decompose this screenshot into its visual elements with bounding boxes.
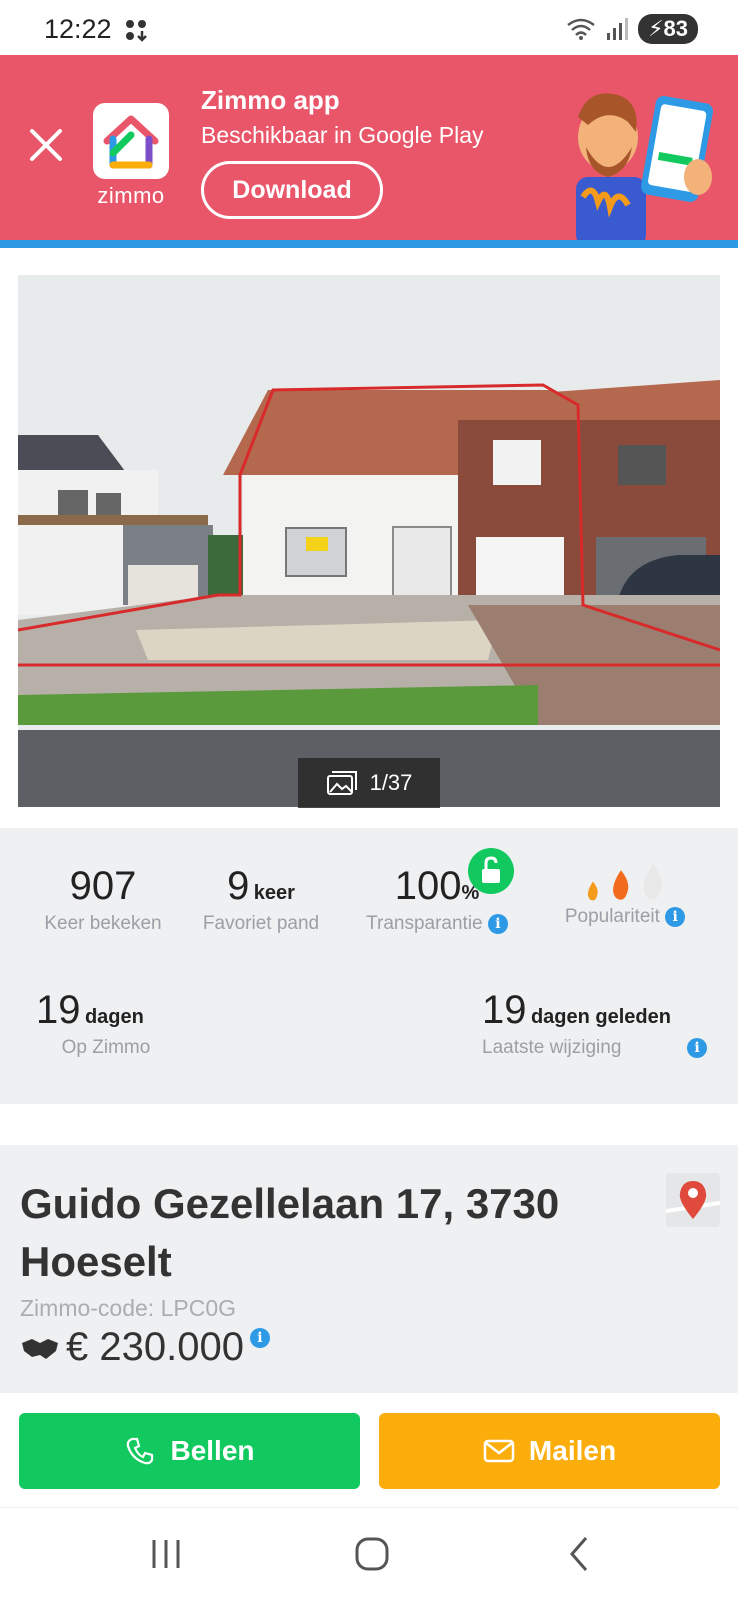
stat-views: 907 Keer bekeken xyxy=(38,864,168,935)
system-nav-bar xyxy=(0,1510,738,1600)
bolt-icon: ⚡ xyxy=(648,16,664,41)
action-bar: Bellen Mailen xyxy=(0,1393,738,1508)
info-icon[interactable]: i xyxy=(687,1038,707,1058)
listing-price: € 230.000 xyxy=(66,1325,244,1369)
stat-favorites: 9 keer Favoriet pand xyxy=(192,864,330,935)
wifi-icon xyxy=(567,18,595,40)
listing-card: Guido Gezellelaan 17, 3730 Hoeselt Zimmo… xyxy=(0,1145,738,1393)
phone-icon xyxy=(127,1437,154,1465)
handshake-icon xyxy=(22,1338,58,1359)
popularity-label: Populariteit xyxy=(564,906,660,927)
home-icon[interactable] xyxy=(352,1534,392,1574)
last-change-value: 19 xyxy=(482,988,527,1032)
back-icon[interactable] xyxy=(560,1534,600,1574)
favorites-label: Favoriet pand xyxy=(202,913,320,934)
property-photo[interactable] xyxy=(18,275,720,807)
price-row: € 230.000 i xyxy=(20,1325,270,1370)
status-time: 12:22 xyxy=(44,14,112,44)
views-label: Keer bekeken xyxy=(44,913,162,934)
last-change-unit: dagen geleden xyxy=(530,1006,671,1028)
notification-icon xyxy=(126,20,147,42)
photo-counter-text: 1/37 xyxy=(369,770,413,795)
app-icon-label: zimmo xyxy=(97,183,165,208)
mascot-illustration xyxy=(576,93,713,240)
favorites-unit: keer xyxy=(253,882,295,904)
on-zimmo-unit: dagen xyxy=(84,1006,144,1028)
download-button[interactable]: Download xyxy=(201,161,383,219)
favorites-value: 9 xyxy=(227,864,250,908)
map-pin-icon[interactable] xyxy=(666,1173,720,1227)
stat-last-change: 19 dagen geleden Laatste wijziging i xyxy=(482,988,707,1059)
popularity-flames xyxy=(550,856,700,902)
call-label: Bellen xyxy=(170,1435,255,1466)
info-icon[interactable]: i xyxy=(249,1327,270,1348)
unlock-icon xyxy=(468,848,514,894)
on-zimmo-label: Op Zimmo xyxy=(61,1037,151,1058)
listing-address: Guido Gezellelaan 17, 3730 Hoeselt xyxy=(20,1180,560,1285)
banner-subtitle: Beschikbaar in Google Play xyxy=(201,122,484,148)
status-icons: ⚡ 83 xyxy=(566,14,698,44)
banner-title: Zimmo app xyxy=(201,85,340,115)
views-value: 907 xyxy=(69,864,137,908)
mail-label: Mailen xyxy=(528,1435,617,1466)
transparency-value: 100 xyxy=(394,864,462,908)
signal-icon xyxy=(607,18,629,40)
flame-icon xyxy=(587,881,598,901)
stat-on-zimmo: 19 dagen Op Zimmo xyxy=(36,988,176,1059)
last-change-label: Laatste wijziging xyxy=(482,1037,622,1058)
app-banner: zimmo Zimmo app Beschikbaar in Google Pl… xyxy=(0,55,738,248)
info-icon[interactable]: i xyxy=(665,906,686,927)
battery-indicator: ⚡ 83 xyxy=(638,14,698,44)
flame-empty-icon xyxy=(643,864,662,900)
info-icon[interactable]: i xyxy=(487,913,508,934)
status-bar: 12:22 ⚡ 83 xyxy=(0,0,738,55)
stats-panel: 907 Keer bekeken 9 keer Favoriet pand 10… xyxy=(0,828,738,1104)
close-icon[interactable] xyxy=(28,127,64,163)
house-image xyxy=(18,275,720,807)
battery-level: 83 xyxy=(663,16,688,41)
zimmo-code: Zimmo-code: LPC0G xyxy=(20,1295,237,1321)
on-zimmo-value: 19 xyxy=(36,988,81,1032)
gallery-icon xyxy=(326,771,357,795)
photo-counter[interactable]: 1/37 xyxy=(298,758,440,808)
call-button[interactable]: Bellen xyxy=(19,1413,360,1489)
flame-icon xyxy=(613,870,629,900)
envelope-icon xyxy=(483,1439,515,1463)
transparency-label: Transparantie xyxy=(366,913,483,934)
mail-button[interactable]: Mailen xyxy=(379,1413,720,1489)
zimmo-app-icon xyxy=(93,103,169,179)
recent-apps-icon[interactable] xyxy=(146,1534,186,1574)
stat-popularity: Populariteit i xyxy=(550,856,700,928)
stat-transparency: 100% Transparantie i xyxy=(352,848,522,935)
